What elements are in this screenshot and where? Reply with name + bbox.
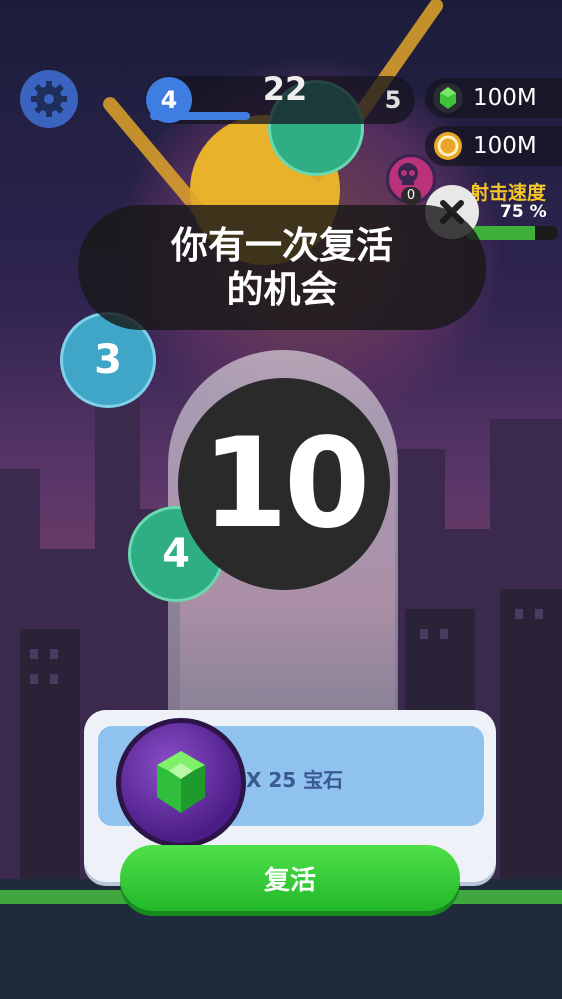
revive-button[interactable]: 复活 [120,845,460,911]
current-level: 4 [146,77,192,123]
gear-icon [31,81,67,117]
ball-value: 4 [162,531,190,577]
skull-count: 0 [401,187,421,205]
gem-icon [433,83,463,113]
settings-button[interactable] [20,70,78,128]
next-level: 5 [384,86,402,114]
coin-amount: 100M [473,133,537,159]
ball-value: 3 [94,337,122,383]
gem-badge [116,718,246,848]
shoot-speed-label: 射击速度 [470,182,547,204]
gem-counter: 100M [425,78,562,118]
gem-amount: 100M [473,85,537,111]
coin-counter: 100M [425,126,562,166]
score: 22 [262,70,308,108]
revive-cost: X 25 宝石 [246,768,344,792]
countdown-timer: 10 [178,378,390,590]
coin-icon [434,132,462,160]
shoot-speed-bar [466,226,558,240]
shoot-speed-value: 75 % [500,202,547,222]
emerald-icon [157,751,205,813]
revive-message: 你有一次复活 的机会 [78,205,486,330]
message-line2: 的机会 [226,267,338,311]
message-line1: 你有一次复活 [171,223,393,267]
